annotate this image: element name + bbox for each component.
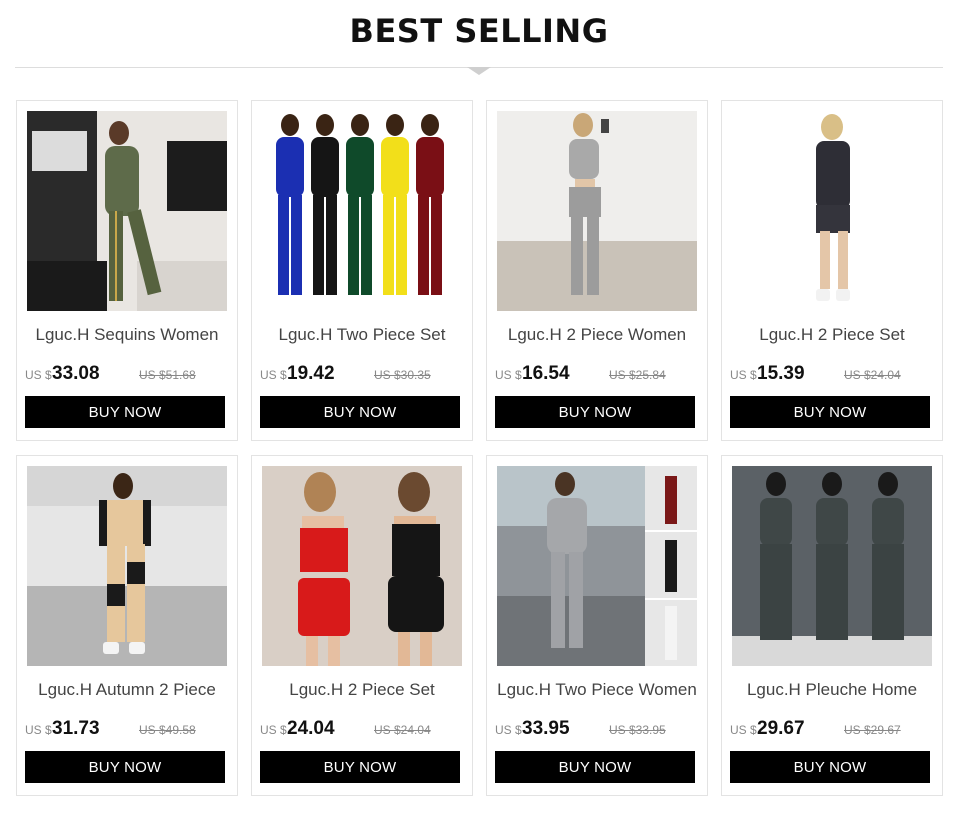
product-card[interactable]: Lguc.H Two Piece Women US $ 33.95 US $33… xyxy=(486,455,708,796)
currency-label: US $ xyxy=(730,368,757,382)
price-row: US $ 33.95 US $33.95 xyxy=(495,718,705,740)
sale-price: 31.73 xyxy=(52,718,100,739)
divider-caret-icon xyxy=(467,67,491,75)
price-row: US $ 19.42 US $30.35 xyxy=(260,363,470,385)
currency-label: US $ xyxy=(260,723,287,737)
product-card[interactable]: Lguc.H Two Piece Set US $ 19.42 US $30.3… xyxy=(251,100,473,441)
sale-price: 29.67 xyxy=(757,718,805,739)
buy-now-button[interactable]: BUY NOW xyxy=(25,751,225,783)
currency-label: US $ xyxy=(495,723,522,737)
product-name[interactable]: Lguc.H Pleuche Home xyxy=(722,680,942,700)
buy-now-button[interactable]: BUY NOW xyxy=(25,396,225,428)
currency-label: US $ xyxy=(25,723,52,737)
price-row: US $ 24.04 US $24.04 xyxy=(260,718,470,740)
currency-label: US $ xyxy=(730,723,757,737)
currency-label: US $ xyxy=(495,368,522,382)
sale-price: 33.08 xyxy=(52,363,100,384)
currency-label: US $ xyxy=(260,368,287,382)
product-name[interactable]: Lguc.H 2 Piece Set xyxy=(722,325,942,345)
product-image[interactable] xyxy=(27,466,227,666)
original-price: US $30.35 xyxy=(374,368,431,382)
product-grid: Lguc.H Sequins Women US $ 33.08 US $51.6… xyxy=(16,100,944,800)
product-image[interactable] xyxy=(497,466,697,666)
product-card[interactable]: Lguc.H 2 Piece Set US $ 24.04 US $24.04 … xyxy=(251,455,473,796)
product-card[interactable]: Lguc.H 2 Piece Women US $ 16.54 US $25.8… xyxy=(486,100,708,441)
product-card[interactable]: Lguc.H Autumn 2 Piece US $ 31.73 US $49.… xyxy=(16,455,238,796)
original-price: US $49.58 xyxy=(139,723,196,737)
product-name[interactable]: Lguc.H Two Piece Women xyxy=(487,680,707,700)
original-price: US $51.68 xyxy=(139,368,196,382)
original-price: US $33.95 xyxy=(609,723,666,737)
product-image[interactable] xyxy=(732,111,932,311)
currency-label: US $ xyxy=(25,368,52,382)
original-price: US $24.04 xyxy=(844,368,901,382)
original-price: US $24.04 xyxy=(374,723,431,737)
buy-now-button[interactable]: BUY NOW xyxy=(730,396,930,428)
product-name[interactable]: Lguc.H Sequins Women xyxy=(17,325,237,345)
price-row: US $ 15.39 US $24.04 xyxy=(730,363,940,385)
price-row: US $ 31.73 US $49.58 xyxy=(25,718,235,740)
sale-price: 15.39 xyxy=(757,363,805,384)
original-price: US $25.84 xyxy=(609,368,666,382)
product-image[interactable] xyxy=(27,111,227,311)
sale-price: 16.54 xyxy=(522,363,570,384)
product-card[interactable]: Lguc.H 2 Piece Set US $ 15.39 US $24.04 … xyxy=(721,100,943,441)
price-row: US $ 33.08 US $51.68 xyxy=(25,363,235,385)
buy-now-button[interactable]: BUY NOW xyxy=(260,751,460,783)
section-header: BEST SELLING xyxy=(0,0,958,80)
sale-price: 33.95 xyxy=(522,718,570,739)
buy-now-button[interactable]: BUY NOW xyxy=(495,751,695,783)
section-title: BEST SELLING xyxy=(349,12,609,50)
original-price: US $29.67 xyxy=(844,723,901,737)
buy-now-button[interactable]: BUY NOW xyxy=(495,396,695,428)
product-name[interactable]: Lguc.H Two Piece Set xyxy=(252,325,472,345)
product-name[interactable]: Lguc.H 2 Piece Set xyxy=(252,680,472,700)
product-image[interactable] xyxy=(262,111,462,311)
product-image[interactable] xyxy=(732,466,932,666)
product-card[interactable]: Lguc.H Sequins Women US $ 33.08 US $51.6… xyxy=(16,100,238,441)
price-row: US $ 29.67 US $29.67 xyxy=(730,718,940,740)
buy-now-button[interactable]: BUY NOW xyxy=(730,751,930,783)
sale-price: 24.04 xyxy=(287,718,335,739)
sale-price: 19.42 xyxy=(287,363,335,384)
product-card[interactable]: Lguc.H Pleuche Home US $ 29.67 US $29.67… xyxy=(721,455,943,796)
product-name[interactable]: Lguc.H 2 Piece Women xyxy=(487,325,707,345)
product-image[interactable] xyxy=(497,111,697,311)
product-image[interactable] xyxy=(262,466,462,666)
product-name[interactable]: Lguc.H Autumn 2 Piece xyxy=(17,680,237,700)
price-row: US $ 16.54 US $25.84 xyxy=(495,363,705,385)
buy-now-button[interactable]: BUY NOW xyxy=(260,396,460,428)
